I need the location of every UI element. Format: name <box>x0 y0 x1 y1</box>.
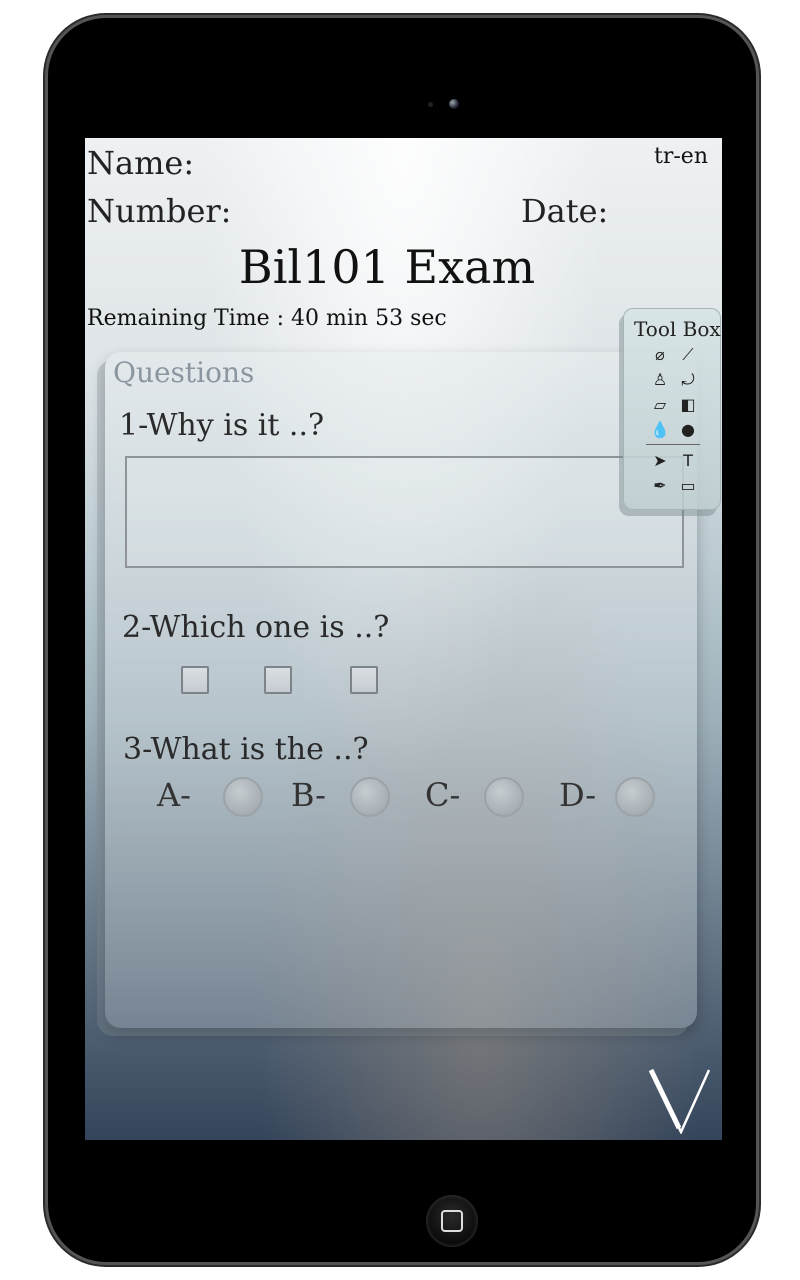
app-logo <box>648 1068 711 1134</box>
question-2: 2-Which one is ..? <box>122 610 390 645</box>
text-tool-icon[interactable]: T <box>678 451 698 471</box>
radio-option-b[interactable] <box>350 777 390 817</box>
sensor-dot <box>428 102 433 107</box>
home-square-icon <box>441 1210 463 1232</box>
radio-option-a[interactable] <box>223 777 263 817</box>
question-3: 3-What is the ..? <box>123 732 369 767</box>
stamp-icon[interactable]: ♙ <box>650 370 670 390</box>
healing-brush-icon[interactable]: ⌀ <box>650 345 670 365</box>
option-label-a: A- <box>157 776 191 814</box>
history-brush-icon[interactable]: ⤾ <box>678 370 698 390</box>
option-label-c: C- <box>425 776 461 814</box>
gradient-icon[interactable]: ◧ <box>678 395 698 415</box>
question-1: 1-Why is it ..? <box>119 408 325 443</box>
answer-textbox[interactable] <box>125 456 684 568</box>
eraser-icon[interactable]: ▱ <box>650 395 670 415</box>
home-button[interactable] <box>426 1195 478 1247</box>
remaining-time: Remaining Time : 40 min 53 sec <box>87 306 447 331</box>
toolbox-title: Tool Box <box>634 317 721 341</box>
radio-option-d[interactable] <box>615 777 655 817</box>
page-title: Bil101 Exam <box>238 240 536 294</box>
selection-arrow-icon[interactable]: ➤ <box>650 451 670 471</box>
toolbox-divider <box>646 444 700 445</box>
logo-v-shape <box>649 1069 711 1134</box>
option-label-d: D- <box>559 776 597 814</box>
logo-v-stroke <box>648 1068 682 1130</box>
screen: tr-en Name: Number: Date: Bil101 Exam Re… <box>85 138 722 1140</box>
checkbox-option-3[interactable] <box>350 666 378 694</box>
date-label: Date: <box>521 192 609 230</box>
checkbox-option-2[interactable] <box>264 666 292 694</box>
brush-icon[interactable]: ⟋ <box>678 345 698 365</box>
radio-option-c[interactable] <box>484 777 524 817</box>
rectangle-shape-icon[interactable]: ▭ <box>678 476 698 496</box>
checkbox-option-1[interactable] <box>181 666 209 694</box>
blur-icon[interactable]: 💧 <box>650 420 670 440</box>
dodge-icon[interactable]: ● <box>678 420 698 440</box>
camera-lens <box>449 99 459 109</box>
language-toggle[interactable]: tr-en <box>654 144 708 169</box>
questions-panel: Questions 1-Why is it ..? 2-Which one is… <box>105 352 697 1028</box>
pen-icon[interactable]: ✒ <box>650 476 670 496</box>
questions-panel-title: Questions <box>113 356 255 389</box>
name-label: Name: <box>87 144 195 182</box>
option-label-b: B- <box>291 776 326 814</box>
toolbox-panel: Tool Box ⌀ ⟋ ♙ ⤾ ▱ ◧ 💧 ● ➤ T ✒ ▭ <box>623 308 721 510</box>
number-label: Number: <box>87 192 232 230</box>
